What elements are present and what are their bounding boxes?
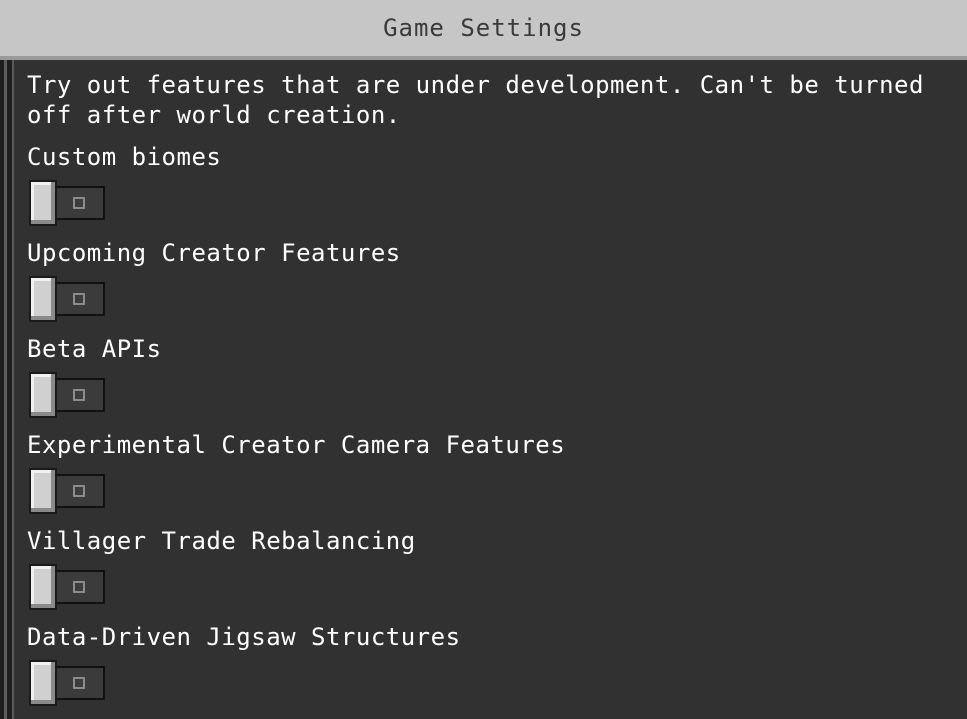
experiments-description: Try out features that are under developm… <box>27 71 924 129</box>
setting-label: Data-Driven Jigsaw Structures <box>27 623 461 651</box>
custom-biomes-toggle[interactable] <box>29 180 105 226</box>
data-driven-jigsaw-structures-toggle[interactable] <box>29 660 105 706</box>
setting-label: Upcoming Creator Features <box>27 239 401 267</box>
toggle-off-icon <box>73 677 85 689</box>
settings-panel: Try out features that are under developm… <box>27 70 947 718</box>
toggle-off-icon <box>73 293 85 305</box>
left-scrollbar[interactable] <box>0 60 14 719</box>
page-header: Game Settings <box>0 0 967 60</box>
setting-experimental-creator-camera-features: Experimental Creator Camera Features <box>27 430 947 526</box>
setting-custom-biomes: Custom biomes <box>27 142 947 238</box>
setting-label: Beta APIs <box>27 335 162 363</box>
toggle-off-icon <box>73 197 85 209</box>
setting-upcoming-creator-features: Upcoming Creator Features <box>27 238 947 334</box>
toggle-off-icon <box>73 389 85 401</box>
experimental-creator-camera-features-toggle[interactable] <box>29 468 105 514</box>
setting-label: Experimental Creator Camera Features <box>27 431 566 459</box>
toggle-off-icon <box>73 581 85 593</box>
toggle-knob[interactable] <box>29 660 57 706</box>
toggle-knob[interactable] <box>29 564 57 610</box>
upcoming-creator-features-toggle[interactable] <box>29 276 105 322</box>
toggle-track <box>53 186 105 220</box>
toggle-track <box>53 282 105 316</box>
setting-villager-trade-rebalancing: Villager Trade Rebalancing <box>27 526 947 622</box>
scrollbar-thumb[interactable] <box>4 60 7 719</box>
toggle-track <box>53 570 105 604</box>
beta-apis-toggle[interactable] <box>29 372 105 418</box>
toggle-track <box>53 666 105 700</box>
setting-beta-apis: Beta APIs <box>27 334 947 430</box>
page-title: Game Settings <box>383 14 584 42</box>
toggle-knob[interactable] <box>29 468 57 514</box>
toggle-knob[interactable] <box>29 276 57 322</box>
setting-data-driven-jigsaw-structures: Data-Driven Jigsaw Structures <box>27 622 947 718</box>
setting-label: Custom biomes <box>27 143 222 171</box>
toggle-knob[interactable] <box>29 372 57 418</box>
villager-trade-rebalancing-toggle[interactable] <box>29 564 105 610</box>
toggle-knob[interactable] <box>29 180 57 226</box>
setting-label: Villager Trade Rebalancing <box>27 527 416 555</box>
toggle-off-icon <box>73 485 85 497</box>
toggle-track <box>53 474 105 508</box>
toggle-track <box>53 378 105 412</box>
